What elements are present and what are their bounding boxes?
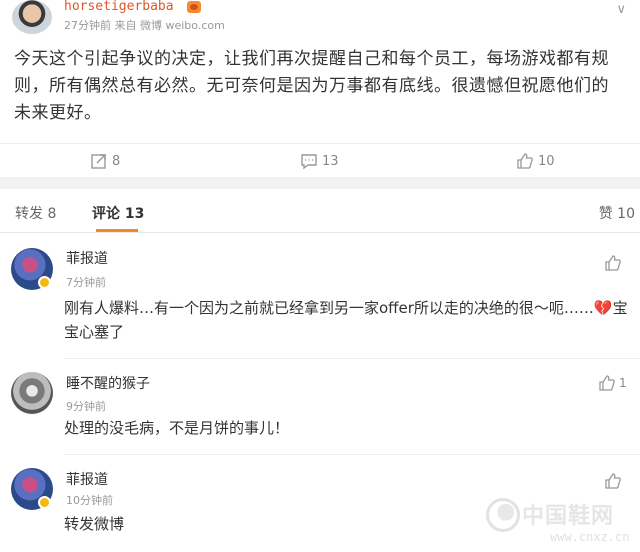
comment-time: 9分钟前 <box>66 400 106 413</box>
like-icon <box>517 153 533 169</box>
comment-like-count: 1 <box>619 376 627 390</box>
action-bar: 8 13 10 <box>0 143 640 177</box>
heart-broken-icon: 💔 <box>593 299 613 317</box>
post-meta: 27分钟前 来自 微博 weibo.com <box>64 19 225 32</box>
author-avatar[interactable] <box>12 0 52 34</box>
tab-bar: 转发 8 评论 13 赞 10 <box>0 189 640 233</box>
watermark-name: 中国鞋网 <box>522 504 615 529</box>
commenter-name[interactable]: 睡不醒的猴子 <box>66 373 150 393</box>
comment-time: 10分钟前 <box>66 494 113 507</box>
commenter-name[interactable]: 菲报道 <box>66 248 108 268</box>
comment-item: 睡不醒的猴子 9分钟前 1 处理的没毛病，不是月饼的事儿！ <box>0 370 640 460</box>
post-header: horsetigerbaba 27分钟前 来自 微博 weibo.com ∨ <box>0 0 640 36</box>
chevron-down-icon[interactable]: ∨ <box>616 2 626 17</box>
comment-divider <box>64 454 640 455</box>
section-gap <box>0 177 640 189</box>
like-button[interactable]: 10 <box>516 150 555 172</box>
comment-text: 刚有人爆料…有一个因为之前就已经拿到另一家offer所以走的决绝的很～呃……💔宝… <box>64 296 636 344</box>
comment-text-main: 刚有人爆料…有一个因为之前就已经拿到另一家offer所以走的决绝的很～呃…… <box>64 299 594 317</box>
comment-like-button[interactable] <box>604 254 625 272</box>
vip-badge-icon <box>187 1 201 13</box>
author-name[interactable]: horsetigerbaba <box>64 0 174 14</box>
comment-button[interactable]: 13 <box>300 150 339 172</box>
tab-comments[interactable]: 评论 13 <box>92 203 144 223</box>
vip-badge-icon <box>38 276 51 289</box>
comment-text: 处理的没毛病，不是月饼的事儿！ <box>64 419 290 437</box>
repost-button[interactable]: 8 <box>90 150 120 172</box>
watermark-logo-icon <box>486 498 520 532</box>
comment-like-button[interactable]: 1 <box>598 374 627 392</box>
vip-badge-icon <box>38 496 51 509</box>
post-text: 今天这个引起争议的决定，让我们再次提醒自己和每个员工，每场游戏都有规则，所有偶然… <box>14 49 609 123</box>
active-tab-indicator <box>96 229 138 232</box>
like-icon <box>605 473 621 489</box>
comment-time: 7分钟前 <box>66 276 106 289</box>
repost-icon <box>91 154 106 169</box>
tab-likes[interactable]: 赞 10 <box>599 203 635 223</box>
like-icon <box>605 255 621 271</box>
repost-count: 8 <box>112 153 121 169</box>
watermark-url: www.cnxz.cn <box>550 530 630 544</box>
comment-icon <box>301 154 317 170</box>
like-count: 10 <box>538 153 555 169</box>
comment-count: 13 <box>322 153 339 169</box>
watermark: 中国鞋网 www.cnxz.cn <box>486 496 636 548</box>
tab-reposts[interactable]: 转发 8 <box>15 203 56 223</box>
commenter-avatar[interactable] <box>11 372 53 414</box>
comment-like-button[interactable] <box>604 472 625 490</box>
comment-item: 菲报道 7分钟前 刚有人爆料…有一个因为之前就已经拿到另一家offer所以走的决… <box>0 244 640 360</box>
like-icon <box>599 375 615 391</box>
comment-divider <box>64 358 640 359</box>
commenter-name[interactable]: 菲报道 <box>66 469 108 489</box>
